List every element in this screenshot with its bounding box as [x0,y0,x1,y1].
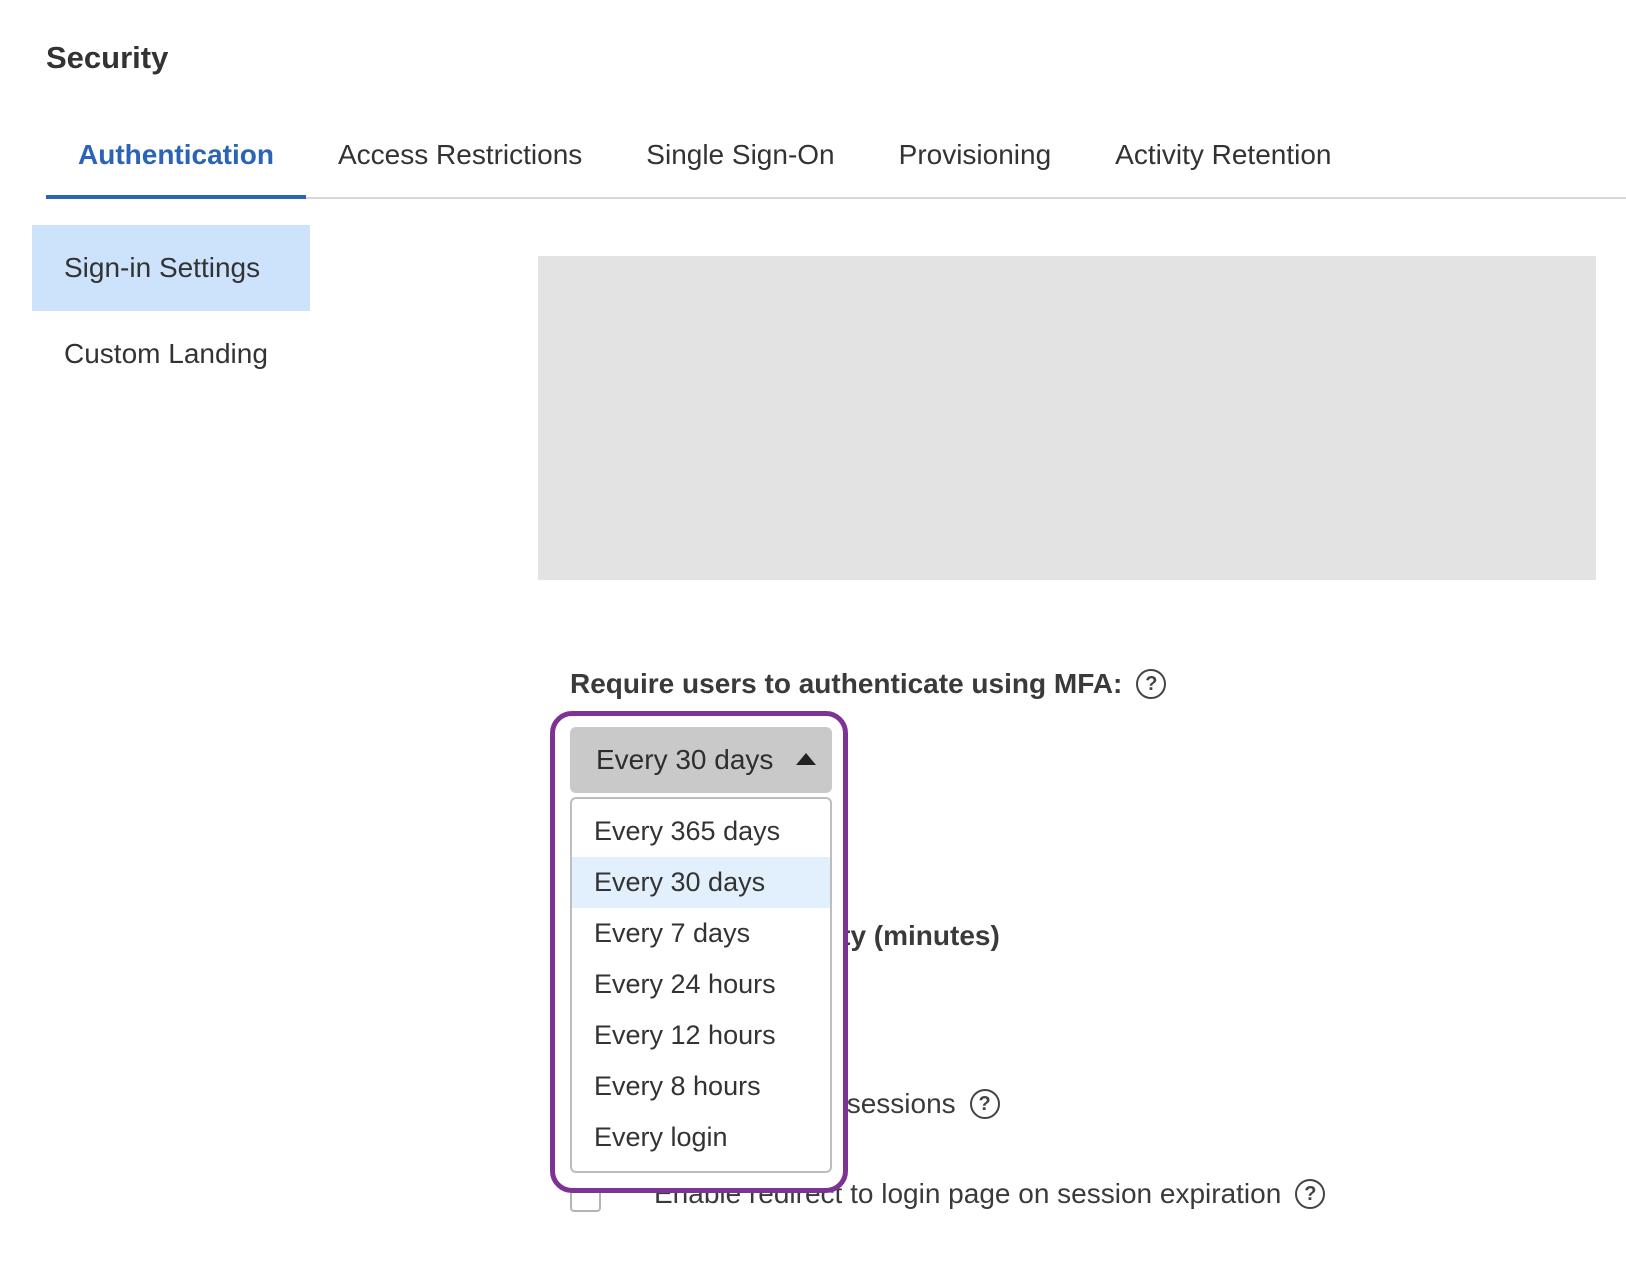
mfa-frequency-options: Every 365 days Every 30 days Every 7 day… [570,797,832,1173]
mfa-frequency-select[interactable]: Every 30 days [570,727,832,793]
content-placeholder [538,256,1596,580]
question-circle-icon[interactable]: ? [1295,1179,1326,1209]
sidebar: Sign-in Settings Custom Landing [32,225,310,397]
mfa-setting-label: Require users to authenticate using MFA:… [570,668,1167,700]
tab-bar: Authentication Access Restrictions Singl… [46,115,1626,199]
tab-access-restrictions[interactable]: Access Restrictions [306,115,614,195]
option-every-30-days[interactable]: Every 30 days [572,857,830,908]
option-every-24-hours[interactable]: Every 24 hours [572,959,830,1010]
option-every-365-days[interactable]: Every 365 days [572,806,830,857]
tab-single-sign-on[interactable]: Single Sign-On [614,115,866,195]
tab-authentication[interactable]: Authentication [46,115,306,199]
option-every-7-days[interactable]: Every 7 days [572,908,830,959]
mfa-label-text: Require users to authenticate using MFA: [570,668,1123,699]
sidebar-item-custom-landing[interactable]: Custom Landing [32,311,310,397]
page-title: Security [46,40,169,75]
caret-up-icon [796,753,816,765]
mfa-select-value: Every 30 days [596,744,774,775]
tab-activity-retention[interactable]: Activity Retention [1083,115,1363,195]
question-circle-icon[interactable]: ? [1136,669,1167,699]
question-circle-icon[interactable]: ? [969,1089,1000,1119]
option-every-login[interactable]: Every login [572,1112,830,1163]
sidebar-item-sign-in-settings[interactable]: Sign-in Settings [32,225,310,311]
option-every-12-hours[interactable]: Every 12 hours [572,1010,830,1061]
option-every-8-hours[interactable]: Every 8 hours [572,1061,830,1112]
tab-provisioning[interactable]: Provisioning [867,115,1084,195]
